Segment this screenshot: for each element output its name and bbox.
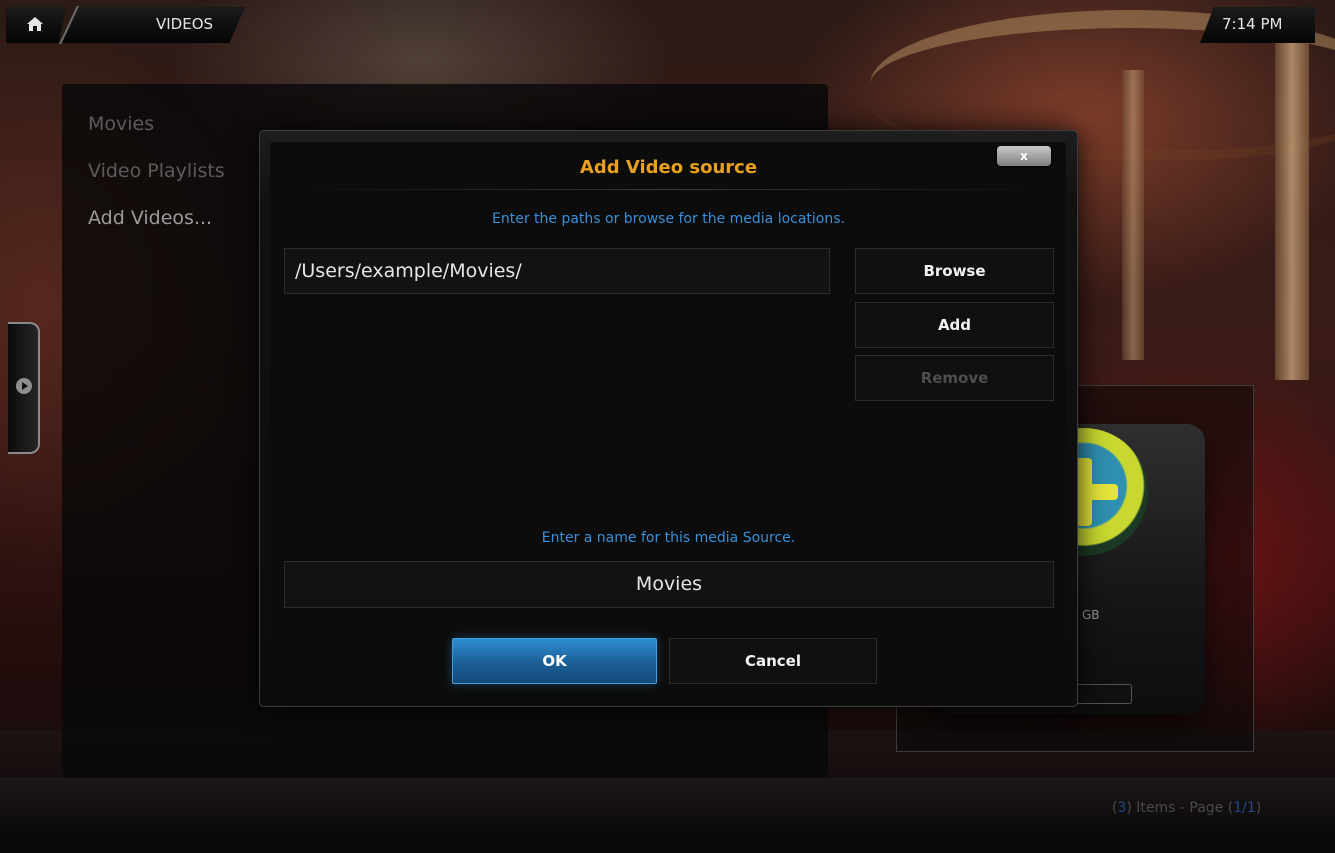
menu-item-add-videos[interactable]: Add Videos... — [88, 207, 212, 229]
drive-label: GB — [1082, 608, 1100, 622]
drive-slot-icon — [1072, 684, 1132, 704]
title-divider — [290, 189, 1050, 190]
breadcrumb-label: VIDEOS — [156, 15, 214, 33]
add-button[interactable]: Add — [855, 302, 1054, 348]
paths-hint: Enter the paths or browse for the media … — [492, 211, 845, 227]
play-arrow-icon[interactable] — [16, 378, 32, 394]
source-path-item[interactable]: /Users/example/Movies/ — [284, 248, 830, 294]
background-pillar — [1275, 40, 1309, 380]
breadcrumb-separator — [58, 6, 80, 44]
background-pillar — [1122, 70, 1144, 360]
remove-button[interactable]: Remove — [855, 355, 1054, 401]
source-name-field[interactable]: Movies — [284, 561, 1054, 608]
items-page-info: (3) Items - Page (1/1) — [1112, 800, 1262, 816]
cancel-button[interactable]: Cancel — [669, 638, 877, 684]
menu-item-video-playlists[interactable]: Video Playlists — [88, 160, 225, 182]
clock: 7:14 PM — [1222, 15, 1283, 33]
page-number: 1/1 — [1233, 800, 1256, 816]
name-hint: Enter a name for this media Source. — [541, 530, 796, 546]
ok-button[interactable]: OK — [452, 638, 657, 684]
browse-button[interactable]: Browse — [855, 248, 1054, 294]
close-button[interactable]: x — [997, 146, 1051, 166]
dialog-title: Add Video source — [579, 157, 758, 178]
header-bar: VIDEOS 7:14 PM — [0, 0, 1335, 44]
menu-item-movies[interactable]: Movies — [88, 113, 154, 135]
home-icon[interactable] — [26, 15, 44, 33]
